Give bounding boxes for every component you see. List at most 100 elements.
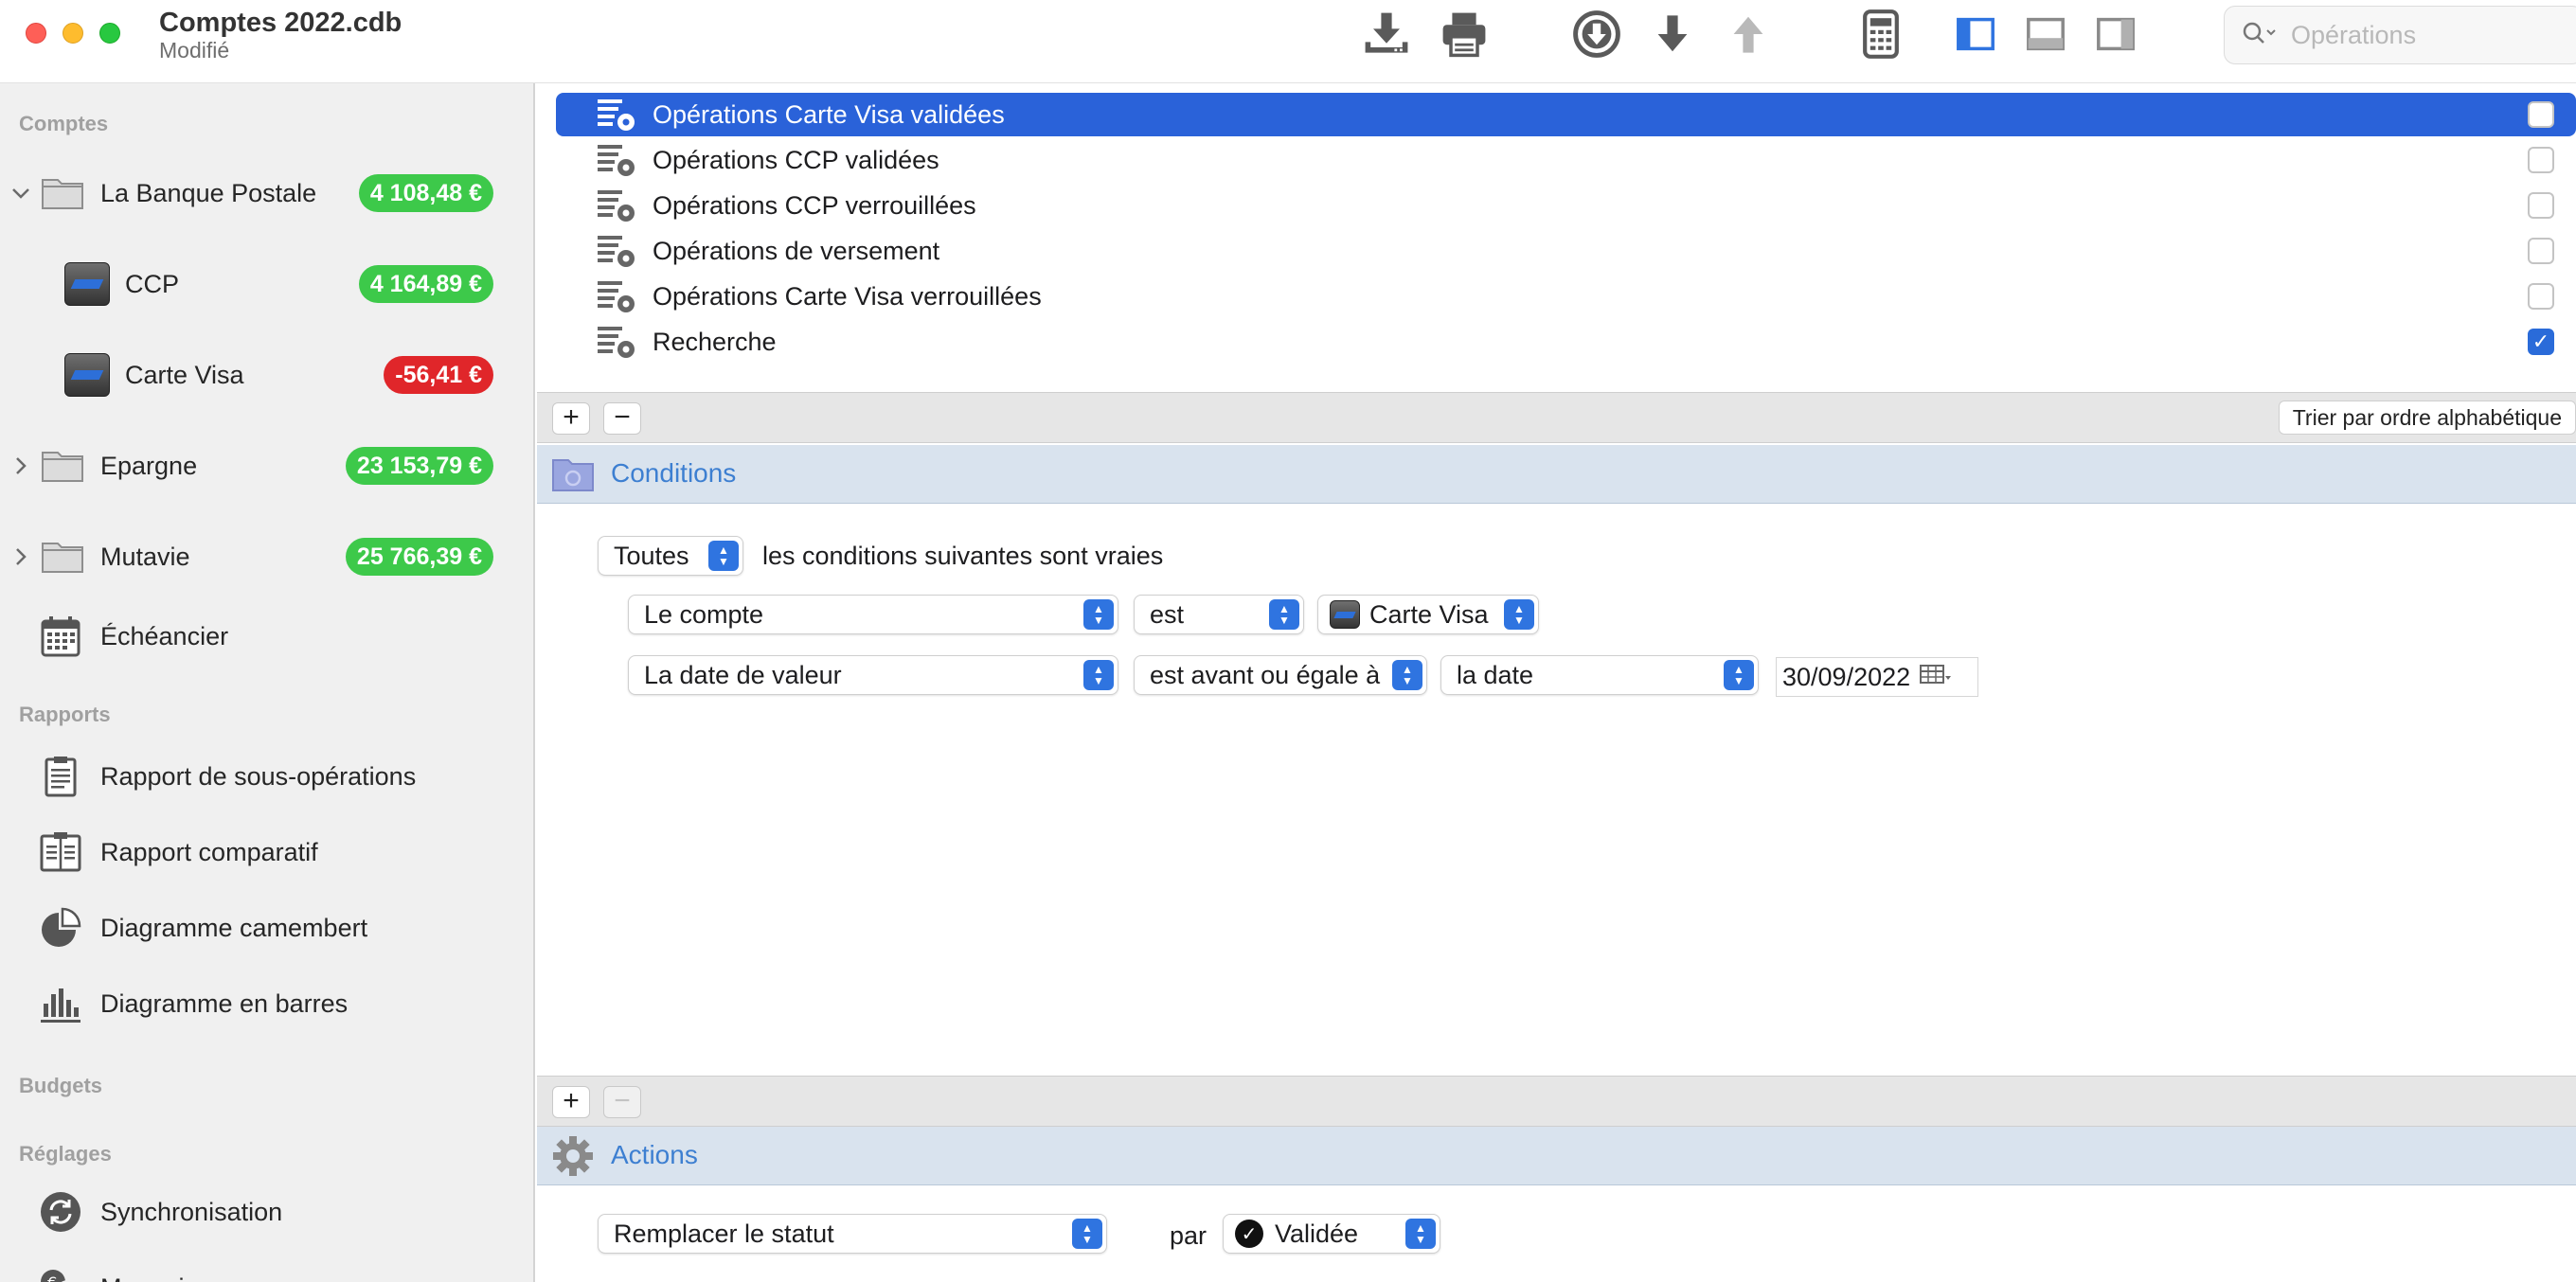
rule-label: Opérations CCP validées — [653, 145, 939, 174]
conditions-header: Conditions — [537, 445, 2576, 504]
download-icon[interactable] — [1358, 6, 1415, 62]
sidebar-item-label: Rapport de sous-opérations — [100, 761, 417, 791]
condition-field-value: La date de valeur — [644, 660, 842, 689]
clipboard-icon — [38, 754, 83, 799]
rule-enabled-checkbox[interactable] — [2528, 283, 2554, 310]
stepper-arrows-icon: ▲ ▼ — [1269, 599, 1299, 630]
checkmark-circle-icon: ✓ — [1235, 1220, 1263, 1248]
rule-enabled-checkbox[interactable]: ✓ — [2528, 329, 2554, 355]
bank-card-icon — [64, 262, 110, 306]
rule-enabled-checkbox[interactable] — [2528, 101, 2554, 128]
rule-gear-icon — [596, 187, 637, 224]
sidebar-item-la-banque-postale[interactable]: La Banque Postale 4 108,48 € — [0, 155, 533, 231]
layout-bottom-icon[interactable] — [2017, 6, 2074, 62]
list-item[interactable]: Recherche ✓ — [556, 320, 2576, 364]
sidebar-item-label: Diagramme en barres — [100, 988, 349, 1018]
balance-badge: 4 164,89 € — [358, 265, 493, 303]
condition-operator-select[interactable]: est ▲ ▼ — [1134, 595, 1304, 634]
chevron-down-icon[interactable] — [9, 182, 32, 205]
sidebar-item-label: Rapport comparatif — [100, 837, 318, 866]
list-item[interactable]: Opérations CCP validées — [556, 138, 2576, 182]
search-field[interactable] — [2224, 6, 2576, 64]
action-type-select[interactable]: Remplacer le statut ▲ ▼ — [598, 1214, 1107, 1254]
condition-field-select[interactable]: La date de valeur ▲ ▼ — [628, 655, 1118, 695]
add-condition-button[interactable]: + — [552, 1086, 590, 1118]
rule-enabled-checkbox[interactable] — [2528, 238, 2554, 264]
rule-enabled-checkbox[interactable] — [2528, 192, 2554, 219]
sort-alphabetical-button[interactable]: Trier par ordre alphabétique — [2278, 401, 2576, 435]
list-item[interactable]: Opérations CCP verrouillées — [556, 184, 2576, 227]
list-item[interactable]: Opérations de versement — [556, 229, 2576, 273]
sidebar-item-carte-visa[interactable]: Carte Visa -56,41 € — [0, 337, 533, 413]
sidebar-item-diagramme-barres[interactable]: Diagramme en barres — [0, 966, 533, 1042]
action-type-value: Remplacer le statut — [614, 1219, 834, 1248]
rule-label: Opérations de versement — [653, 236, 940, 265]
sidebar-item-ccp[interactable]: CCP 4 164,89 € — [0, 246, 533, 322]
folder-icon — [40, 443, 85, 489]
sidebar-item-synchronisation[interactable]: Synchronisation — [0, 1174, 533, 1250]
remove-rule-button[interactable]: − — [603, 402, 641, 435]
actions-header: Actions — [537, 1127, 2576, 1185]
calendar-picker-icon[interactable] — [1920, 663, 1952, 692]
sidebar-item-epargne[interactable]: Epargne 23 153,79 € — [0, 428, 533, 504]
document-title: Comptes 2022.cdb — [159, 8, 402, 38]
sidebar-section-budgets: Budgets — [19, 1074, 102, 1097]
sync-icon — [38, 1189, 83, 1235]
condition-field-value: Le compte — [644, 599, 764, 629]
rules-list-footer: + − Trier par ordre alphabétique — [537, 392, 2576, 443]
stepper-arrows-icon: ▲ ▼ — [1083, 599, 1114, 630]
layout-left-icon[interactable] — [1947, 6, 2004, 62]
stepper-arrows-icon: ▲ ▼ — [708, 541, 739, 571]
chevron-right-icon[interactable] — [9, 454, 32, 477]
currency-icon: €$ — [38, 1265, 83, 1282]
stepper-arrows-icon: ▲ ▼ — [1504, 599, 1534, 630]
remove-condition-button[interactable]: − — [603, 1086, 641, 1118]
sidebar-item-rapport-comparatif[interactable]: Rapport comparatif — [0, 814, 533, 890]
match-mode-select[interactable]: Toutes ▲ ▼ — [598, 536, 743, 576]
condition-value-select[interactable]: Carte Visa ▲ ▼ — [1317, 595, 1539, 634]
actions-title: Actions — [611, 1140, 698, 1169]
arrow-down-icon[interactable] — [1644, 6, 1701, 62]
comparative-report-icon — [38, 829, 83, 875]
condition-operator-select[interactable]: est avant ou égale à ▲ ▼ — [1134, 655, 1427, 695]
layout-right-icon[interactable] — [2087, 6, 2144, 62]
arrow-up-icon[interactable] — [1720, 6, 1777, 62]
bar-chart-icon — [38, 981, 83, 1026]
zoom-window-button[interactable] — [99, 23, 120, 44]
list-item[interactable]: Opérations Carte Visa validées — [556, 93, 2576, 136]
rule-enabled-checkbox[interactable] — [2528, 147, 2554, 173]
search-icon — [2242, 21, 2278, 50]
balance-badge: -56,41 € — [384, 356, 493, 394]
calculator-icon[interactable] — [1852, 6, 1909, 62]
conditions-folder-icon — [550, 453, 596, 496]
sidebar-item-label: Échéancier — [100, 621, 229, 650]
rule-gear-icon — [596, 323, 637, 361]
folder-icon — [40, 170, 85, 216]
condition-value-select[interactable]: la date ▲ ▼ — [1440, 655, 1759, 695]
sidebar-section-comptes: Comptes — [19, 112, 109, 135]
minimize-window-button[interactable] — [63, 23, 83, 44]
print-icon[interactable] — [1436, 6, 1493, 62]
add-rule-button[interactable]: + — [552, 402, 590, 435]
sidebar-item-label: Carte Visa — [125, 360, 244, 389]
sidebar-item-label: Synchronisation — [100, 1197, 283, 1226]
sidebar-item-diagramme-camembert[interactable]: Diagramme camembert — [0, 890, 533, 966]
condition-field-select[interactable]: Le compte ▲ ▼ — [628, 595, 1118, 634]
action-status-select[interactable]: ✓ Validée ▲ ▼ — [1223, 1214, 1440, 1254]
condition-value: Carte Visa — [1369, 599, 1489, 629]
chevron-right-icon[interactable] — [9, 545, 32, 568]
sidebar-item-mutavie[interactable]: Mutavie 25 766,39 € — [0, 519, 533, 595]
sidebar: Comptes La Banque Postale 4 108,48 € CCP… — [0, 83, 535, 1282]
list-item[interactable]: Opérations Carte Visa verrouillées — [556, 275, 2576, 318]
sidebar-item-monnaies[interactable]: €$ Monnaies — [0, 1250, 533, 1282]
sidebar-section-rapports: Rapports — [19, 703, 111, 726]
circle-down-icon[interactable] — [1568, 6, 1625, 62]
condition-date-field[interactable]: 30/09/2022 — [1776, 657, 1978, 697]
search-input[interactable] — [2291, 20, 2556, 50]
close-window-button[interactable] — [26, 23, 46, 44]
main-panel: Opérations Carte Visa validées Opération… — [537, 83, 2576, 1282]
rule-label: Opérations Carte Visa verrouillées — [653, 281, 1042, 311]
stepper-arrows-icon: ▲ ▼ — [1072, 1219, 1102, 1249]
sidebar-item-echeancier[interactable]: Échéancier — [0, 598, 533, 674]
sidebar-item-rapport-sous-operations[interactable]: Rapport de sous-opérations — [0, 739, 533, 814]
